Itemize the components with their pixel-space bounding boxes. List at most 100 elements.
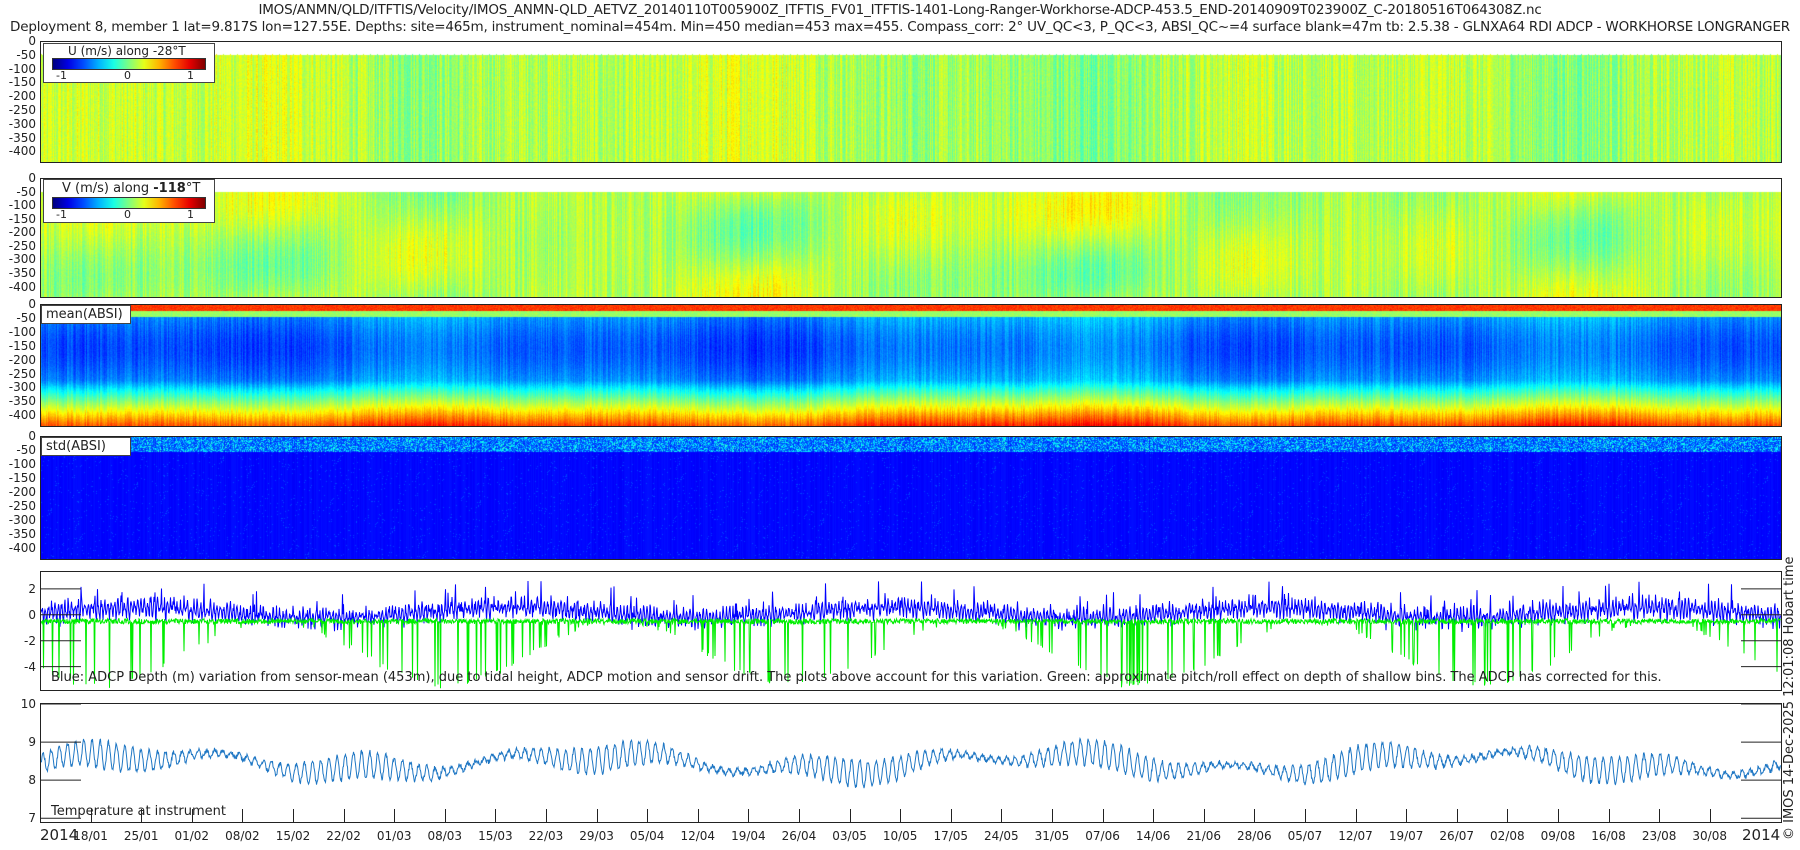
v-legend: V (m/s) along -118°T -1 0 1 [43,179,215,223]
u-velocity-panel: U (m/s) along -28°T -1 0 1 [40,41,1782,163]
x-tick-label: 17/05 [933,829,969,843]
std-absi-label: std(ABSI) [41,437,131,456]
y-tick-label: -200 [8,352,36,367]
std-absi-heatmap [41,437,1781,559]
x-tick-label: 05/07 [1287,829,1323,843]
y-tick-label: -250 [8,102,36,117]
x-tick-mark [495,809,497,823]
x-tick-label: 21/06 [1186,829,1222,843]
v-legend-angle: -118 [153,181,186,196]
y-tick-label: -350 [8,130,36,145]
depth-variation-annotation: Blue: ADCP Depth (m) variation from sens… [51,670,1662,685]
v-velocity-heatmap [41,179,1781,297]
x-tick-label: 19/07 [1388,829,1424,843]
y-tick-label: -100 [8,61,36,76]
x-tick-mark [798,809,800,823]
x-tick-mark [1001,809,1003,823]
y-tick-label: -2 [24,633,36,648]
x-tick-label: 30/08 [1692,829,1727,843]
y-tick-label: 0 [28,429,36,443]
mean-absi-panel: mean(ABSI) [40,304,1782,427]
x-tick-mark [545,809,547,823]
u-velocity-heatmap [41,42,1781,162]
credit-text: © IMOS 14-Dec-2025 12:01:08 Hobart time [1782,556,1797,840]
x-tick-label: 22/02 [326,829,361,843]
x-tick-mark [1304,809,1306,823]
x-tick-label: 01/03 [376,829,412,843]
x-tick-mark [697,809,699,823]
y-tick-label: 10 [20,697,36,711]
u-colorbar-tick: -1 [56,69,67,82]
x-tick-label: 18/01 [73,829,108,843]
x-tick-mark [1557,809,1559,823]
year-label-left: 2014 [40,826,79,844]
y-tick-label: 2 [28,581,36,596]
y-tick-label: -50 [16,443,36,458]
y-tick-label: -100 [8,457,36,472]
x-tick-label: 02/08 [1490,829,1525,843]
x-tick-mark [394,809,396,823]
x-tick-mark [1406,809,1408,823]
y-tick-label: -300 [8,513,36,528]
x-tick-label: 26/04 [781,829,817,843]
y-tick-label: -100 [8,198,36,213]
x-tick-label: 05/04 [629,829,665,843]
y-tick-label: -250 [8,366,36,381]
x-tick-label: 26/07 [1439,829,1475,843]
x-tick-mark [596,809,598,823]
y-tick-label: 0 [28,34,36,48]
u-legend-label: U (m/s) along -28°T [68,44,186,58]
x-tick-mark [1659,809,1661,823]
x-tick-mark [950,809,952,823]
x-tick-label: 10/05 [882,829,918,843]
y-tick-label: 7 [28,811,36,826]
x-tick-label: 23/08 [1641,829,1677,843]
y-tick-label: -300 [8,380,36,395]
y-tick-label: -150 [8,338,36,353]
x-tick-label: 22/03 [528,829,564,843]
y-tick-label: 8 [28,773,36,788]
y-tick-label: -250 [8,238,36,253]
x-tick-mark [343,809,345,823]
y-tick-label: -400 [8,144,36,159]
y-tick-label: -150 [8,211,36,226]
y-tick-label: -250 [8,499,36,514]
x-tick-label: 09/08 [1540,829,1576,843]
v-legend-label: V (m/s) along -118°T [62,181,200,196]
x-tick-mark [444,809,446,823]
x-tick-label: 12/04 [680,829,716,843]
depth-variation-panel: Blue: ADCP Depth (m) variation from sens… [40,571,1782,691]
y-tick-label: -300 [8,116,36,131]
x-tick-mark [1254,809,1256,823]
temperature-panel: Temperature at instrument [40,703,1782,823]
mean-absi-heatmap [41,305,1781,426]
y-tick-label: -350 [8,394,36,409]
x-tick-label: 14/06 [1135,829,1171,843]
x-tick-mark [1709,809,1711,823]
x-tick-label: 28/06 [1237,829,1272,843]
y-tick-label: 0 [28,171,36,185]
mean-absi-label: mean(ABSI) [41,305,131,324]
y-tick-label: -100 [8,324,36,339]
temperature-plot [41,704,1781,819]
u-colorbar-tick: 0 [124,69,131,82]
x-tick-mark [1102,809,1104,823]
y-tick-label: -400 [8,408,36,423]
y-tick-label: 0 [28,607,36,622]
y-tick-label: -150 [8,471,36,486]
x-tick-mark [292,809,294,823]
x-tick-mark [1608,809,1610,823]
x-tick-mark [647,809,649,823]
x-tick-mark [1203,809,1205,823]
u-legend: U (m/s) along -28°T -1 0 1 [43,43,215,83]
v-legend-suffix: °T [185,181,201,196]
y-tick-label: -400 [8,541,36,556]
x-tick-label: 25/01 [123,829,159,843]
std-absi-panel: std(ABSI) [40,436,1782,560]
y-tick-label: -200 [8,225,36,240]
x-tick-label: 08/03 [427,829,463,843]
x-tick-label: 16/08 [1591,829,1626,843]
x-tick-label: 24/05 [984,829,1019,843]
y-tick-label: -350 [8,265,36,280]
x-tick-mark [242,809,244,823]
